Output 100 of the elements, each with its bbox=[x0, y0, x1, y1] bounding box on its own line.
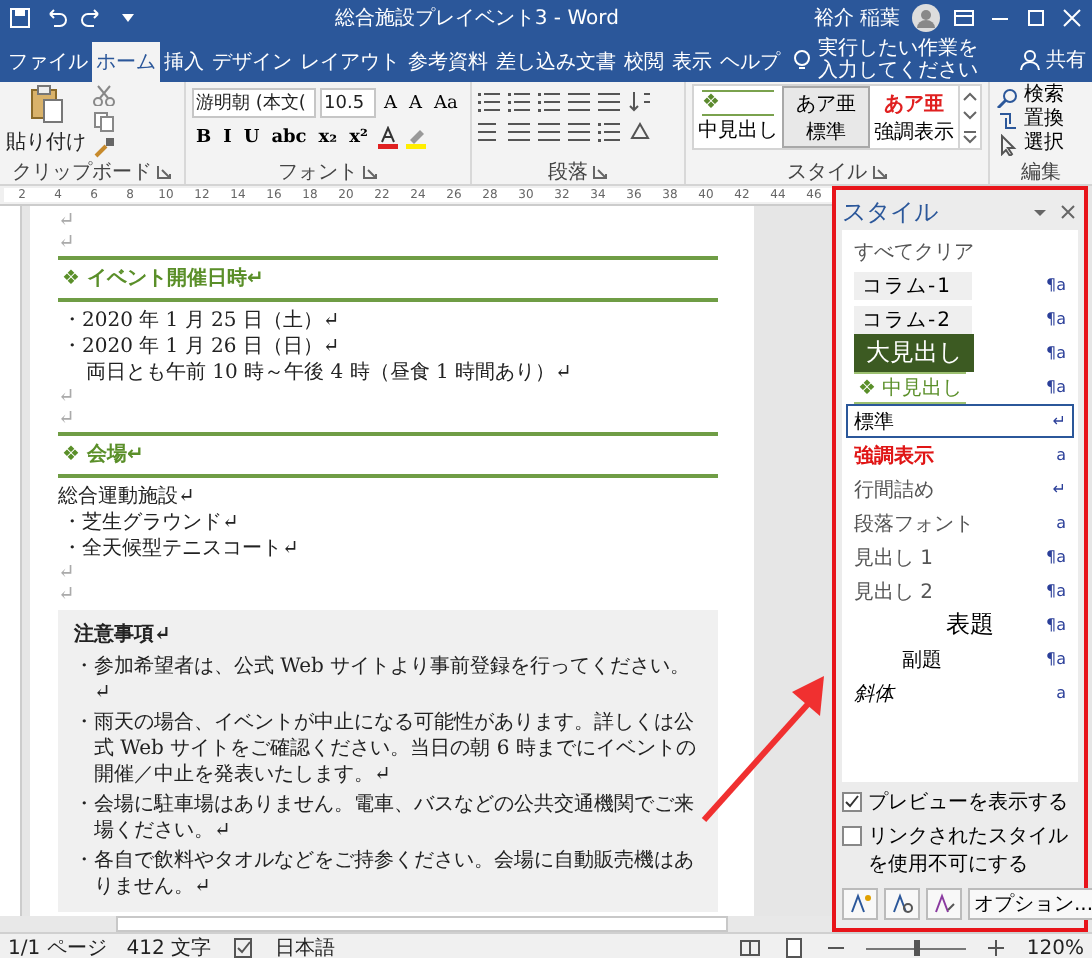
style-list-item[interactable]: すべてクリア bbox=[846, 234, 1074, 268]
editing-button[interactable]: 置換 bbox=[996, 108, 1064, 132]
options-button[interactable]: オプション... bbox=[968, 888, 1092, 920]
style-list-item[interactable]: 標準 ↵ bbox=[846, 404, 1074, 438]
ribbon-display-icon[interactable] bbox=[952, 6, 976, 30]
ribbon-tab[interactable]: 校閲 bbox=[620, 42, 668, 82]
ribbon-tab[interactable]: デザイン bbox=[208, 42, 296, 82]
ribbon-tab[interactable]: 表示 bbox=[668, 42, 716, 82]
font-format-button[interactable]: A bbox=[405, 90, 426, 116]
style-list-item[interactable]: 大見出し ¶a bbox=[846, 336, 1074, 370]
option-checkbox[interactable]: プレビューを表示する bbox=[842, 788, 1078, 816]
person-icon[interactable] bbox=[1018, 47, 1042, 71]
style-list-item[interactable]: ❖ 中見出し ¶a bbox=[846, 370, 1074, 404]
ribbon-tab[interactable]: ファイル bbox=[4, 42, 92, 82]
dialog-launcher-icon[interactable] bbox=[156, 164, 172, 180]
numbered-list-icon[interactable] bbox=[508, 90, 532, 112]
font-format-button[interactable]: A bbox=[380, 90, 401, 116]
maximize-icon[interactable] bbox=[1024, 6, 1048, 30]
undo-icon[interactable] bbox=[44, 6, 68, 30]
style-list-item[interactable]: 行間詰め ↵ bbox=[846, 472, 1074, 506]
font-format-button[interactable]: abc bbox=[267, 124, 311, 150]
decrease-indent-icon[interactable] bbox=[568, 90, 592, 112]
read-mode-icon[interactable] bbox=[738, 936, 763, 958]
style-list-item[interactable]: 見出し 1 ¶a bbox=[846, 540, 1074, 574]
ribbon-tab[interactable]: ヘルプ bbox=[716, 42, 784, 82]
zoom-level[interactable]: 120% bbox=[1026, 937, 1084, 958]
style-list-item[interactable]: 段落フォント a bbox=[846, 506, 1074, 540]
dialog-launcher-icon[interactable] bbox=[592, 164, 608, 180]
style-list-item[interactable]: コラム-1 ¶a bbox=[846, 268, 1074, 302]
bullet-list-icon[interactable] bbox=[478, 90, 502, 112]
zoom-in-icon[interactable] bbox=[986, 938, 1007, 958]
scroll-thumb[interactable] bbox=[116, 916, 728, 932]
style-gallery-item[interactable]: ❖ 中見出し bbox=[694, 86, 782, 148]
dialog-launcher-icon[interactable] bbox=[871, 164, 887, 180]
manage-styles-button[interactable] bbox=[926, 888, 962, 920]
dialog-launcher-icon[interactable] bbox=[362, 164, 378, 180]
align-center-icon[interactable] bbox=[508, 120, 532, 142]
increase-indent-icon[interactable] bbox=[598, 90, 622, 112]
bullet-item: ・2020 年 1 月 25 日（土）↵ bbox=[60, 308, 342, 334]
style-list-item[interactable]: 見出し 2 ¶a bbox=[846, 574, 1074, 608]
print-layout-icon[interactable] bbox=[782, 936, 807, 958]
zoom-thumb[interactable] bbox=[914, 940, 921, 956]
ribbon-tab[interactable]: 差し込み文書 bbox=[492, 42, 620, 82]
align-right-icon[interactable] bbox=[538, 120, 562, 142]
ribbon-tab[interactable]: 参考資料 bbox=[404, 42, 492, 82]
redo-icon[interactable] bbox=[80, 6, 104, 30]
ribbon-tab[interactable]: レイアウト bbox=[296, 42, 404, 82]
font-name-field[interactable]: 游明朝 (本文( bbox=[192, 88, 316, 118]
style-list-item[interactable]: 副題 ¶a bbox=[846, 642, 1074, 676]
bullet-item: ・芝生グラウンド↵ bbox=[60, 510, 241, 536]
style-name: 行間詰め bbox=[854, 477, 934, 503]
tell-me-field[interactable]: 実行したい作業を入力してください bbox=[818, 37, 978, 81]
share-button[interactable]: 共有 bbox=[1046, 45, 1086, 73]
align-left-icon[interactable] bbox=[478, 120, 502, 142]
font-format-button[interactable]: U bbox=[239, 124, 264, 150]
editing-button[interactable]: 検索 bbox=[996, 84, 1064, 108]
style-list-item[interactable]: 斜体 a bbox=[846, 676, 1074, 710]
sort-icon[interactable] bbox=[628, 90, 652, 112]
style-inspector-button[interactable] bbox=[884, 888, 920, 920]
editing-button[interactable]: 選択 bbox=[996, 132, 1064, 156]
copy-icon[interactable] bbox=[92, 110, 116, 132]
style-list-item[interactable]: 強調表示 a bbox=[846, 438, 1074, 472]
justify-icon[interactable] bbox=[568, 120, 592, 142]
avatar-icon[interactable] bbox=[912, 4, 940, 32]
checkbox[interactable] bbox=[842, 826, 862, 846]
clipboard-icon[interactable] bbox=[28, 84, 64, 124]
checkbox[interactable] bbox=[842, 792, 862, 812]
font-format-button[interactable]: x² bbox=[345, 124, 372, 150]
font-size-field[interactable]: 10.5 bbox=[320, 88, 376, 118]
close-icon[interactable] bbox=[1058, 202, 1078, 222]
font-format-button[interactable]: B bbox=[192, 124, 216, 150]
style-gallery-item[interactable]: あア亜 標準 bbox=[782, 86, 870, 148]
multilevel-list-icon[interactable] bbox=[538, 90, 562, 112]
style-list-item[interactable]: 表題 ¶a bbox=[846, 608, 1074, 642]
style-name: 大見出し bbox=[854, 334, 974, 372]
proofing-icon[interactable] bbox=[231, 936, 256, 958]
option-checkbox[interactable]: リンクされたスタイルを使用不可にする bbox=[842, 822, 1078, 878]
paste-button[interactable]: 貼り付け bbox=[6, 128, 86, 156]
style-list-item[interactable]: コラム-2 ¶a bbox=[846, 302, 1074, 336]
zoom-slider[interactable] bbox=[866, 940, 967, 956]
save-icon[interactable] bbox=[8, 6, 32, 30]
group-label: フォント bbox=[278, 160, 358, 186]
style-type-mark: ¶a bbox=[1046, 378, 1066, 396]
group-label: 段落 bbox=[548, 159, 588, 186]
paintbrush-icon[interactable] bbox=[92, 136, 116, 158]
ribbon-tab[interactable]: ホーム bbox=[92, 42, 160, 82]
font-format-button[interactable]: Aa bbox=[430, 90, 462, 116]
scissors-icon[interactable] bbox=[92, 84, 116, 106]
ribbon-tab[interactable]: 挿入 bbox=[160, 42, 208, 82]
bullet-item: ・2020 年 1 月 26 日（日）↵ bbox=[60, 334, 342, 360]
more-icon[interactable] bbox=[960, 126, 980, 148]
lightbulb-icon[interactable] bbox=[790, 47, 814, 71]
shading-icon[interactable] bbox=[628, 120, 652, 142]
font-format-button[interactable]: I bbox=[219, 124, 236, 150]
new-style-button[interactable] bbox=[842, 888, 878, 920]
line-spacing-icon[interactable] bbox=[598, 120, 622, 142]
language[interactable]: 日本語 bbox=[275, 934, 336, 958]
font-format-button[interactable]: x₂ bbox=[314, 124, 342, 150]
style-gallery-item[interactable]: あア亜 強調表示 bbox=[870, 86, 958, 148]
text-color-icon[interactable] bbox=[375, 125, 400, 149]
